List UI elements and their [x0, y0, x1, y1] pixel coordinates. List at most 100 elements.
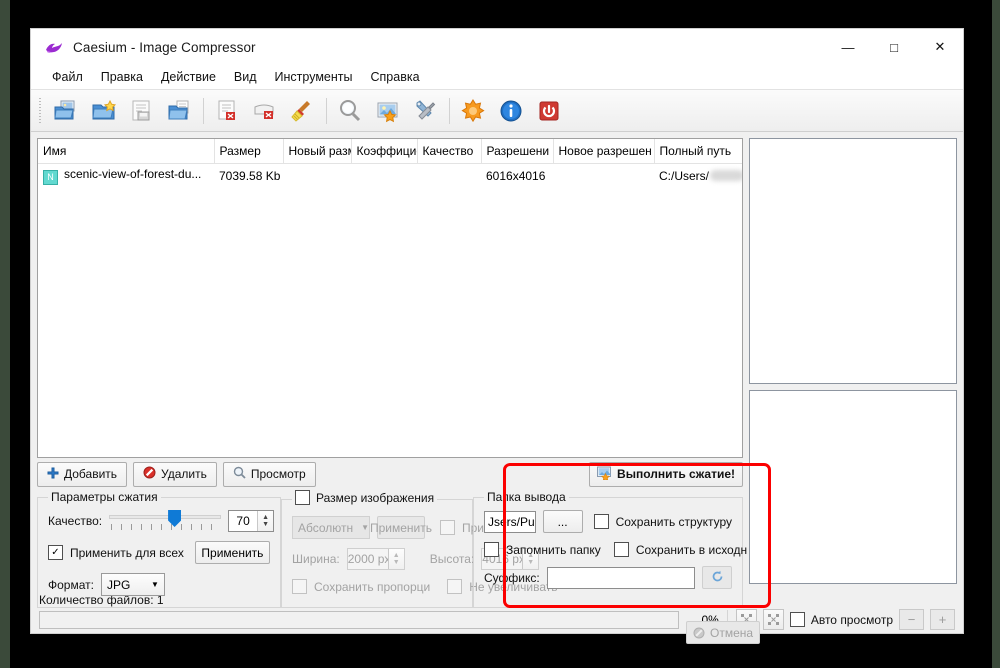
column-header-new-resolution[interactable]: Новое разрешен: [553, 139, 655, 164]
add-folder-icon[interactable]: [85, 94, 123, 128]
cell-new-resolution: [553, 164, 654, 188]
backdrop-right-edge: [992, 0, 1000, 668]
open-folder-images-icon[interactable]: [47, 94, 85, 128]
cell-resolution: 6016x4016: [486, 168, 546, 183]
preview-button[interactable]: Просмотр: [222, 461, 316, 487]
apply-quality-button[interactable]: Применить: [194, 541, 270, 564]
width-input[interactable]: [347, 549, 388, 569]
add-files-label: Добавить: [64, 467, 118, 481]
menu-help[interactable]: Справка: [362, 68, 429, 86]
size-dimensions-row: Ширина: ▲▼ Высота: ▲▼: [292, 548, 540, 570]
window-title: Caesium - Image Compressor: [73, 39, 256, 55]
preview-magnifier-icon[interactable]: [331, 94, 369, 128]
forbidden-red-icon: [143, 466, 156, 482]
add-files-button[interactable]: Добавить: [37, 461, 128, 487]
quality-label: Качество:: [48, 514, 103, 528]
width-spin-arrows[interactable]: ▲ ▼: [387, 549, 404, 569]
settings-tools-icon[interactable]: [407, 94, 445, 128]
import-folder-icon[interactable]: [161, 94, 199, 128]
quality-slider[interactable]: [109, 510, 222, 532]
save-list-icon[interactable]: [123, 94, 161, 128]
quality-input[interactable]: [229, 511, 258, 531]
image-size-legend-wrap: Размер изображения: [292, 490, 437, 508]
power-exit-icon[interactable]: [530, 94, 568, 128]
remember-folder-checkbox[interactable]: [484, 542, 499, 557]
image-size-enable-checkbox[interactable]: [295, 490, 310, 505]
toolbar-separator: [326, 97, 327, 124]
column-header-size[interactable]: Размер: [214, 139, 284, 164]
size-apply-checkbox[interactable]: [440, 520, 455, 535]
compress-image-icon[interactable]: [369, 94, 407, 128]
column-header-ratio[interactable]: Коэффицие: [351, 139, 418, 164]
menu-edit[interactable]: Правка: [92, 68, 152, 86]
reset-suffix-button[interactable]: [702, 566, 732, 589]
toolbar-separator: [203, 97, 204, 124]
remove-files-button[interactable]: Удалить: [133, 461, 217, 487]
output-folder-legend: Папка вывода: [487, 490, 566, 504]
file-type-icon: N: [43, 169, 58, 185]
column-header-full-path[interactable]: Полный путь: [654, 139, 742, 164]
size-mode-select[interactable]: Абсолютн ▼: [292, 516, 370, 539]
chevron-down-icon: ▼: [151, 580, 159, 589]
suffix-row: Суффикс:: [484, 566, 732, 589]
menu-view[interactable]: Вид: [225, 68, 266, 86]
star-orange-icon[interactable]: [454, 94, 492, 128]
apply-all-checkbox[interactable]: ✓: [48, 545, 63, 560]
image-size-legend: Размер изображения: [316, 490, 435, 505]
run-compression-button[interactable]: Выполнить сжатие!: [589, 461, 743, 487]
remove-file-icon[interactable]: [208, 94, 246, 128]
browse-folder-button[interactable]: ...: [542, 510, 583, 533]
clear-list-icon[interactable]: [246, 94, 284, 128]
save-in-source-label: Сохранить в исходн: [635, 542, 748, 557]
output-path-input[interactable]: Jsers/Public: [484, 510, 536, 533]
original-preview-pane[interactable]: [749, 138, 957, 384]
quality-spin-arrows[interactable]: ▲ ▼: [257, 511, 274, 531]
minimize-button[interactable]: —: [825, 29, 871, 65]
options-area: Параметры сжатия Качество: ▲▼: [37, 490, 747, 608]
info-icon[interactable]: [492, 94, 530, 128]
file-list[interactable]: Имя Размер Новый разм Коэффицие Качество…: [37, 138, 743, 458]
save-in-source-checkbox[interactable]: [613, 542, 629, 557]
column-header-resolution[interactable]: Разрешени: [481, 139, 554, 164]
menu-tools[interactable]: Инструменты: [266, 68, 362, 86]
height-label: Высота:: [429, 552, 475, 566]
broom-clean-icon[interactable]: [284, 94, 322, 128]
fit-out-icon[interactable]: [762, 609, 784, 630]
cell-full-path: C:/Users//...: [654, 164, 742, 188]
keep-aspect-checkbox[interactable]: [292, 579, 307, 594]
menu-file[interactable]: Файл: [43, 68, 92, 86]
compressed-preview-pane[interactable]: [749, 390, 957, 584]
compression-params-group: Параметры сжатия Качество: ▲▼: [37, 490, 281, 608]
no-enlarge-checkbox[interactable]: [447, 579, 463, 594]
auto-preview-checkbox[interactable]: [789, 612, 805, 627]
menu-action[interactable]: Действие: [152, 68, 225, 86]
auto-preview-label: Авто просмотр: [810, 612, 893, 627]
run-compression-label: Выполнить сжатие!: [617, 467, 735, 481]
column-header-name[interactable]: Имя: [38, 139, 215, 164]
preview-label: Просмотр: [250, 467, 306, 481]
quality-stepper[interactable]: ▲▼: [228, 510, 275, 532]
zoom-in-button[interactable]: +: [930, 609, 955, 630]
close-button[interactable]: ✕: [917, 29, 963, 65]
cell-name: Nscenic-view-of-forest-du...: [38, 164, 214, 188]
cell-size: 7039.58 Kb: [219, 168, 281, 183]
maximize-button[interactable]: □: [871, 29, 917, 65]
column-header-new-size[interactable]: Новый разм: [283, 139, 352, 164]
path-prefix-text: C:/Users/: [659, 168, 710, 183]
column-header-quality[interactable]: Качество: [417, 139, 482, 164]
size-apply-button[interactable]: Применить: [370, 516, 432, 539]
width-stepper[interactable]: ▲▼: [346, 548, 405, 570]
menu-bar: Файл Правка Действие Вид Инструменты Спр…: [31, 65, 963, 89]
suffix-input[interactable]: [546, 566, 695, 589]
toolbar-grip[interactable]: [37, 97, 43, 124]
redacted-username-blur: [710, 169, 742, 181]
keep-structure-checkbox[interactable]: [593, 514, 609, 529]
format-select[interactable]: JPG ▼: [100, 573, 165, 596]
zoom-out-button[interactable]: −: [899, 609, 924, 630]
cancel-compression-button[interactable]: Отмена: [686, 621, 761, 644]
slider-ticks: [111, 524, 220, 530]
table-row[interactable]: Nscenic-view-of-forest-du... 7039.58 Kb …: [38, 164, 742, 188]
backdrop-left-edge: [0, 0, 10, 668]
file-table: Имя Размер Новый разм Коэффицие Качество…: [38, 139, 742, 188]
size-mode-row: Абсолютн ▼ Применить Применить: [292, 516, 524, 539]
